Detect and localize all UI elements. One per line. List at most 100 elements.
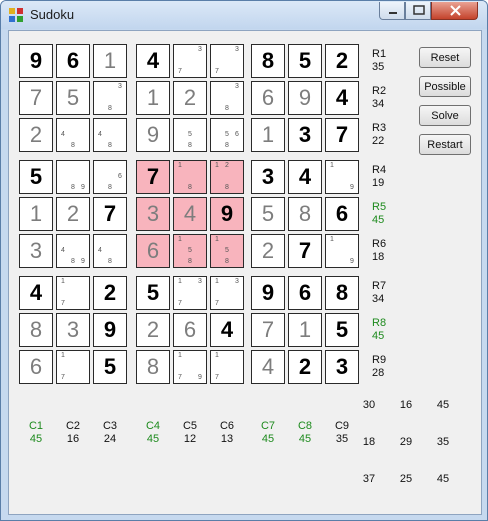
- close-button[interactable]: [431, 2, 478, 20]
- cell-r7c6[interactable]: 1 3 7: [210, 276, 244, 310]
- cell-r1c9[interactable]: 2: [325, 44, 359, 78]
- cell-value: 5: [146, 280, 160, 305]
- cell-r1c7[interactable]: 8: [251, 44, 285, 78]
- cell-r2c9[interactable]: 4: [325, 81, 359, 115]
- cell-r1c1[interactable]: 9: [19, 44, 53, 78]
- row-name: R4: [372, 164, 387, 176]
- solve-button[interactable]: Solve: [419, 105, 471, 126]
- cell-r7c9[interactable]: 8: [325, 276, 359, 310]
- cell-r2c7[interactable]: 6: [251, 81, 285, 115]
- cell-r3c1[interactable]: 2: [19, 118, 53, 152]
- candidate-digit: 1: [215, 278, 219, 285]
- possible-button[interactable]: Possible: [419, 76, 471, 97]
- cell-r9c5[interactable]: 1 7 9: [173, 350, 207, 384]
- cell-r5c1[interactable]: 1: [19, 197, 53, 231]
- cell-r4c6[interactable]: 12 8: [210, 160, 244, 194]
- cell-r8c9[interactable]: 5: [325, 313, 359, 347]
- column-sum: 16: [66, 433, 80, 445]
- minimize-button[interactable]: [379, 2, 405, 20]
- cell-r8c2[interactable]: 3: [56, 313, 90, 347]
- maximize-button[interactable]: [405, 2, 431, 20]
- cell-r1c3[interactable]: 1: [93, 44, 127, 78]
- cell-r9c1[interactable]: 6: [19, 350, 53, 384]
- cell-r7c3[interactable]: 2: [93, 276, 127, 310]
- cell-r1c6[interactable]: 37: [210, 44, 244, 78]
- cell-r5c2[interactable]: 2: [56, 197, 90, 231]
- cell-r9c9[interactable]: 3: [325, 350, 359, 384]
- cell-r6c6[interactable]: 15 8: [210, 234, 244, 268]
- cell-r6c9[interactable]: 19: [325, 234, 359, 268]
- candidate-digit: 1: [178, 236, 182, 243]
- column-sum: 12: [183, 433, 197, 445]
- cell-r6c2[interactable]: 489: [56, 234, 90, 268]
- cell-r1c8[interactable]: 5: [288, 44, 322, 78]
- cell-r8c4[interactable]: 2: [136, 313, 170, 347]
- cell-r5c9[interactable]: 6: [325, 197, 359, 231]
- cell-r3c4[interactable]: 9: [136, 118, 170, 152]
- cell-r4c8[interactable]: 4: [288, 160, 322, 194]
- cell-r3c7[interactable]: 1: [251, 118, 285, 152]
- cell-r3c9[interactable]: 7: [325, 118, 359, 152]
- cell-r8c8[interactable]: 1: [288, 313, 322, 347]
- title-bar[interactable]: Sudoku: [1, 1, 487, 29]
- cell-r2c6[interactable]: 38: [210, 81, 244, 115]
- cell-r8c5[interactable]: 6: [173, 313, 207, 347]
- cell-r3c6[interactable]: 568: [210, 118, 244, 152]
- cell-r2c8[interactable]: 9: [288, 81, 322, 115]
- cell-r9c4[interactable]: 8: [136, 350, 170, 384]
- cell-r7c5[interactable]: 1 3 7: [173, 276, 207, 310]
- cell-r4c2[interactable]: 89: [56, 160, 90, 194]
- cell-r3c2[interactable]: 48: [56, 118, 90, 152]
- cell-r7c4[interactable]: 5: [136, 276, 170, 310]
- cell-r2c5[interactable]: 2: [173, 81, 207, 115]
- cell-r8c3[interactable]: 9: [93, 313, 127, 347]
- cell-r6c7[interactable]: 2: [251, 234, 285, 268]
- cell-r1c5[interactable]: 37: [173, 44, 207, 78]
- cell-r3c5[interactable]: 58: [173, 118, 207, 152]
- column-label: C4 45: [138, 420, 168, 446]
- cell-r7c7[interactable]: 9: [251, 276, 285, 310]
- cell-r1c2[interactable]: 6: [56, 44, 90, 78]
- cell-r6c8[interactable]: 7: [288, 234, 322, 268]
- candidate-digit: 3: [235, 46, 239, 53]
- cell-r5c4[interactable]: 3: [136, 197, 170, 231]
- cell-r5c8[interactable]: 8: [288, 197, 322, 231]
- row-sum: 34: [372, 98, 385, 110]
- cell-r5c3[interactable]: 7: [93, 197, 127, 231]
- cell-r4c9[interactable]: 19: [325, 160, 359, 194]
- cell-r9c6[interactable]: 17: [210, 350, 244, 384]
- cell-value: 9: [298, 85, 312, 110]
- cell-r6c4[interactable]: 6: [136, 234, 170, 268]
- cell-r4c4[interactable]: 7: [136, 160, 170, 194]
- cell-r5c7[interactable]: 5: [251, 197, 285, 231]
- cell-r6c5[interactable]: 15 8: [173, 234, 207, 268]
- cell-r1c4[interactable]: 4: [136, 44, 170, 78]
- cell-r8c6[interactable]: 4: [210, 313, 244, 347]
- cell-r9c2[interactable]: 17: [56, 350, 90, 384]
- cell-r3c3[interactable]: 48: [93, 118, 127, 152]
- cell-r3c8[interactable]: 3: [288, 118, 322, 152]
- cell-value: 4: [298, 164, 312, 189]
- cell-r7c1[interactable]: 4: [19, 276, 53, 310]
- cell-r4c1[interactable]: 5: [19, 160, 53, 194]
- cell-r2c3[interactable]: 38: [93, 81, 127, 115]
- cell-r6c1[interactable]: 3: [19, 234, 53, 268]
- cell-r5c5[interactable]: 4: [173, 197, 207, 231]
- cell-r7c8[interactable]: 6: [288, 276, 322, 310]
- cell-r6c3[interactable]: 48: [93, 234, 127, 268]
- cell-r4c5[interactable]: 18: [173, 160, 207, 194]
- cell-r8c7[interactable]: 7: [251, 313, 285, 347]
- cell-r9c8[interactable]: 2: [288, 350, 322, 384]
- cell-r5c6[interactable]: 9: [210, 197, 244, 231]
- cell-r7c2[interactable]: 17: [56, 276, 90, 310]
- cell-r2c2[interactable]: 5: [56, 81, 90, 115]
- cell-r9c7[interactable]: 4: [251, 350, 285, 384]
- cell-r4c3[interactable]: 68: [93, 160, 127, 194]
- cell-r2c4[interactable]: 1: [136, 81, 170, 115]
- cell-r9c3[interactable]: 5: [93, 350, 127, 384]
- cell-r8c1[interactable]: 8: [19, 313, 53, 347]
- reset-button[interactable]: Reset: [419, 47, 471, 68]
- cell-r4c7[interactable]: 3: [251, 160, 285, 194]
- cell-r2c1[interactable]: 7: [19, 81, 53, 115]
- restart-button[interactable]: Restart: [419, 134, 471, 155]
